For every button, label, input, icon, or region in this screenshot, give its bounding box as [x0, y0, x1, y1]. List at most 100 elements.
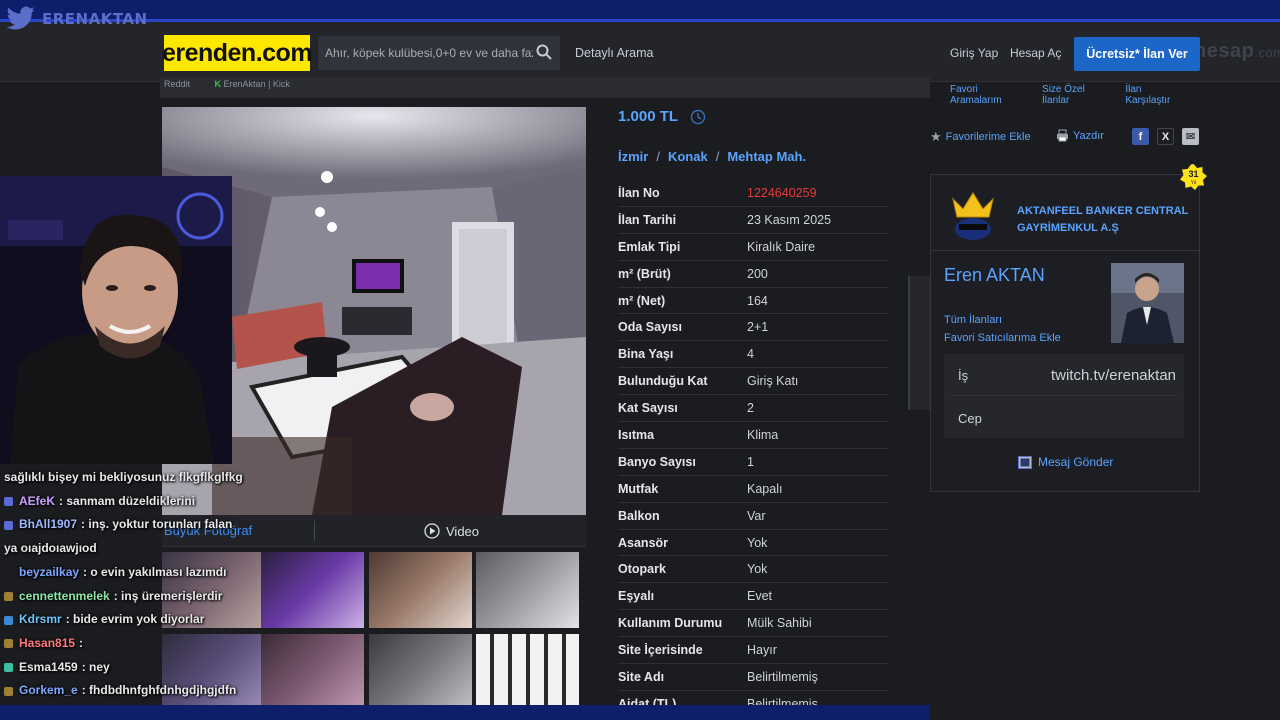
x-icon[interactable]: X [1157, 128, 1174, 145]
thumbnail[interactable] [261, 634, 364, 710]
webcam-overlay [0, 176, 232, 464]
badge-years: 31 [1188, 169, 1198, 179]
favorite-searches-link[interactable]: Favori Aramalarım [950, 84, 1030, 106]
chat-badge-icon [4, 497, 13, 507]
chat-message: Hasan815: [4, 632, 254, 656]
detail-row: Kullanım Durumu Mülk Sahibi [618, 610, 888, 638]
chat-username[interactable]: AEfeK [19, 490, 55, 514]
thumbnail[interactable] [476, 634, 579, 710]
seller-links: Tüm İlanları Favori Satıcılarıma Ekle [944, 311, 1061, 347]
search-input[interactable] [325, 46, 533, 60]
detail-label: Bina Yaşı [618, 347, 674, 362]
detail-value: Yok [747, 562, 768, 577]
location-district[interactable]: Konak [668, 149, 708, 164]
special-listings-link[interactable]: Size Özel İlanlar [1042, 84, 1113, 106]
price-value: 1.000 TL [618, 108, 679, 125]
thumbnail[interactable] [261, 552, 364, 628]
detail-row: Bina Yaşı 4 [618, 341, 888, 369]
detail-value: 1224640259 [747, 185, 817, 200]
chat-badge-icon [4, 615, 13, 625]
chat-badge-icon [4, 686, 13, 696]
thumbnail[interactable] [369, 634, 472, 710]
detail-label: Site Adı [618, 669, 665, 684]
chat-message: beyzailkay: o evin yakılması lazımdı [4, 561, 254, 585]
user-links: Favori Aramalarım Size Özel İlanlar İlan… [930, 82, 1200, 108]
chat-message: Gorkem_e: fhdbdhnfghfdnhgdjhgjdfn [4, 679, 254, 703]
post-ad-button[interactable]: Ücretsiz* İlan Ver [1074, 37, 1200, 71]
compare-listings-link[interactable]: İlan Karşılaştır [1125, 84, 1188, 106]
detail-value: Yok [747, 535, 768, 550]
detail-label: Bulunduğu Kat [618, 374, 708, 389]
years-badge-icon: 31 Yıl [1180, 164, 1207, 190]
print-button[interactable]: Yazdır [1056, 129, 1104, 142]
add-favorite-seller-link[interactable]: Favori Satıcılarıma Ekle [944, 329, 1061, 347]
site-header: erenden.com Detaylı Arama Giriş Yap Hesa… [0, 22, 1280, 82]
detail-row: Mutfak Kapalı [618, 476, 888, 503]
side-panel-tab[interactable] [908, 276, 930, 410]
search-icon[interactable] [536, 44, 552, 60]
detail-label: İlan No [618, 185, 660, 200]
work-phone-label: İş [958, 368, 969, 383]
add-favorite-button[interactable]: ★ Favorilerime Ekle [930, 129, 1031, 145]
detail-value: Mülk Sahibi [747, 616, 812, 631]
send-message-button[interactable]: Mesaj Gönder [1018, 455, 1113, 469]
login-link[interactable]: Giriş Yap [950, 46, 998, 60]
chat-username[interactable]: Hasan815 [19, 632, 75, 656]
email-icon[interactable]: ✉ [1182, 128, 1199, 145]
detail-label: Balkon [618, 508, 660, 523]
chat-username[interactable]: Kdrsmr [19, 608, 62, 632]
register-link[interactable]: Hesap Aç [1010, 46, 1061, 60]
detail-value: Evet [747, 589, 773, 604]
listing-actions: ★ Favorilerime Ekle Yazdır f X ✉ [930, 126, 1200, 148]
detail-row: Eşyalı Evet [618, 583, 888, 611]
detail-value: Belirtilmemiş [747, 669, 818, 684]
chat-username[interactable]: beyzailkay [19, 561, 79, 585]
kick-link[interactable]: ErenAktan | Kick [224, 79, 290, 89]
chat-username[interactable]: Gorkem_e [19, 679, 78, 703]
chat-message: cennettenmelek: inş üremerişlerdir [4, 585, 254, 609]
link-strip: Reddit K ErenAktan | Kick [160, 77, 930, 98]
detail-value: Kapalı [747, 481, 783, 496]
detail-value: Var [747, 508, 766, 523]
location-neighborhood[interactable]: Mehtap Mah. [727, 149, 806, 164]
detail-label: İlan Tarihi [618, 212, 677, 227]
thumbnail[interactable] [476, 552, 579, 628]
tab-video[interactable]: Video [424, 523, 479, 539]
location-city[interactable]: İzmir [618, 149, 648, 164]
listing-details: İlan No 1224640259 İlan Tarihi 23 Kasım 202… [618, 180, 888, 718]
chat-message: sağlıklı bişey mi bekliyosunuz flkgflkgl… [4, 466, 254, 490]
advanced-search-link[interactable]: Detaylı Arama [575, 46, 654, 60]
detail-row: Site Adı Belirtilmemiş [618, 664, 888, 691]
send-message-label: Mesaj Gönder [1038, 455, 1114, 469]
detail-row: m² (Brüt) 200 [618, 261, 888, 288]
detail-value: 200 [747, 266, 768, 281]
detail-row: Oda Sayısı 2+1 [618, 314, 888, 342]
seller-avatar [1111, 263, 1184, 343]
reddit-link[interactable]: Reddit [164, 79, 190, 89]
chat-username[interactable]: BhAll1907 [19, 513, 77, 537]
all-listings-link[interactable]: Tüm İlanları [944, 311, 1061, 329]
store-name[interactable]: AKTANFEEL BANKER CENTRAL GAYRİMENKUL A.Ş [1017, 203, 1197, 237]
detail-label: Oda Sayısı [618, 320, 682, 335]
detail-value: Klima [747, 427, 779, 442]
detail-value: Kiralık Daire [747, 239, 816, 254]
facebook-icon[interactable]: f [1132, 128, 1149, 145]
thumbnail[interactable] [369, 552, 472, 628]
chat-badge-icon [4, 520, 13, 530]
listing-price: 1.000 TL [618, 108, 706, 125]
chat-message: AEfeK: sanmam düzeldiklerini [4, 490, 254, 514]
kick-icon: K [214, 79, 222, 89]
stream-chat: sağlıklı bişey mi bekliyosunuz flkgflkgl… [4, 466, 254, 720]
detail-label: m² (Brüt) [618, 266, 671, 281]
store-crown-logo[interactable] [951, 191, 995, 241]
seller-name[interactable]: Eren AKTAN [944, 265, 1045, 286]
detail-row: m² (Net) 164 [618, 288, 888, 315]
chat-message: Esma1459: ney [4, 656, 254, 680]
store-header: AKTANFEEL BANKER CENTRAL GAYRİMENKUL A.Ş [931, 175, 1199, 251]
site-logo[interactable]: erenden.com [162, 35, 313, 71]
detail-row: Balkon Var [618, 503, 888, 530]
chat-username[interactable]: cennettenmelek [19, 585, 110, 609]
chat-username[interactable]: Esma1459 [19, 656, 78, 680]
badge-unit: Yıl [1191, 180, 1197, 186]
price-history-icon[interactable] [690, 109, 706, 125]
